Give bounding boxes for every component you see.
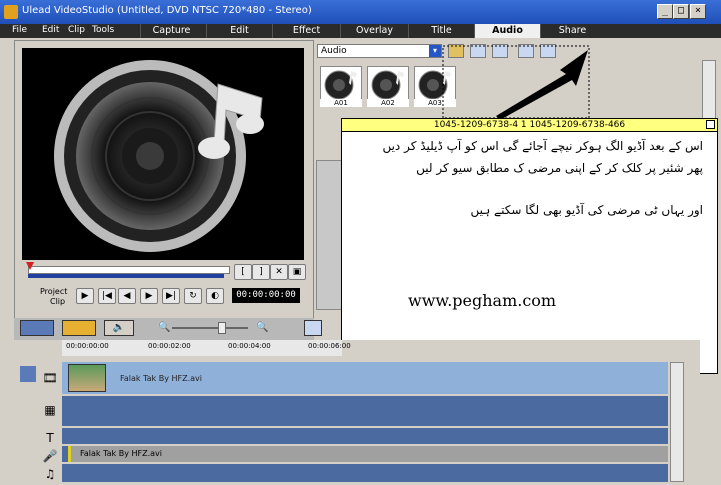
video-clip-label[interactable]: Falak Tak By HFZ.avi [120, 374, 202, 383]
note-line-3: اور یہاں ٹی مرضی کی آڈیو بھی لگا سکتے ہی… [470, 203, 703, 217]
zoom-slider-handle[interactable] [218, 322, 226, 334]
storyboard-view-button[interactable] [20, 320, 54, 336]
track-manager-icon[interactable] [20, 366, 36, 382]
music-track-icon[interactable]: ♫ [40, 464, 60, 484]
ruler-tick: 00:00:00:00 [66, 342, 109, 350]
timeline-view-button[interactable] [62, 320, 96, 336]
ruler-tick: 00:00:02:00 [148, 342, 191, 350]
title-track[interactable] [62, 428, 668, 444]
split-audio-button[interactable] [304, 320, 322, 336]
note-header: 1045-1209-6738-4 1 1045-1209-6738-466 [342, 119, 717, 132]
note-line-1: اس کے بعد آڈیو الگ ہوکر نیچے آجائے گی اس… [382, 139, 703, 153]
overlay-track[interactable] [62, 396, 668, 426]
ruler-tick: 00:00:04:00 [228, 342, 271, 350]
audio-clip-label[interactable]: Falak Tak By HFZ.avi [80, 449, 162, 458]
video-track-icon[interactable]: 🎞 [40, 368, 60, 388]
zoom-out-icon[interactable]: 🔍 [158, 322, 170, 333]
zoom-in-icon[interactable]: 🔍 [256, 322, 268, 333]
note-line-2: پھر شئیر پر کلک کر کے اپنی مرضی ک مطابق … [416, 161, 703, 175]
audio-view-button[interactable]: 🔈 [104, 320, 134, 336]
title-track-icon[interactable]: T [40, 428, 60, 448]
music-track[interactable] [62, 464, 668, 482]
annotation-note: 1045-1209-6738-4 1 1045-1209-6738-466 اس… [341, 118, 718, 374]
voice-track-icon[interactable]: 🎤 [40, 446, 60, 466]
video-clip-thumbnail[interactable] [68, 364, 106, 392]
zoom-slider[interactable] [172, 327, 248, 329]
note-url[interactable]: www.pegham.com [408, 291, 556, 310]
overlay-track-icon[interactable]: ▦ [40, 400, 60, 420]
note-close-icon[interactable] [706, 120, 715, 129]
timeline-scrollbar[interactable] [670, 362, 684, 482]
ruler-tick: 00:00:06:00 [308, 342, 351, 350]
